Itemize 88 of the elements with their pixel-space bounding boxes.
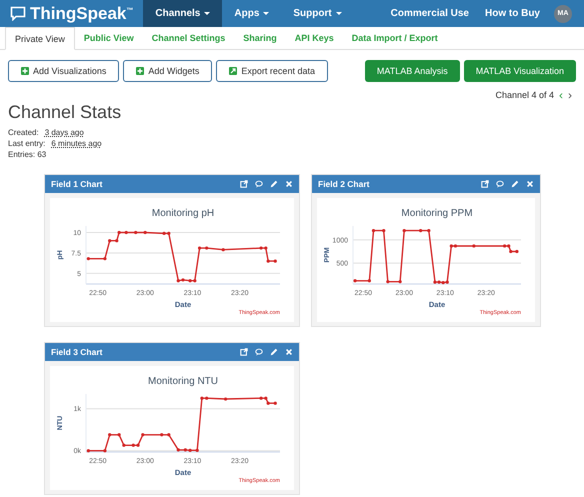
plus-icon — [136, 67, 144, 75]
comment-icon[interactable] — [496, 180, 504, 188]
stat-label: Last entry: — [8, 138, 46, 149]
nav-link[interactable]: Commercial Use — [382, 0, 477, 27]
stat-label: Created: — [8, 127, 39, 138]
plus-icon — [21, 67, 29, 75]
data-point — [86, 257, 90, 260]
pencil-icon[interactable] — [511, 180, 519, 188]
data-point — [108, 433, 112, 436]
data-point — [224, 397, 228, 401]
data-point — [472, 244, 476, 248]
tab[interactable]: API Keys — [286, 27, 343, 49]
data-point — [103, 449, 107, 452]
brand-logo[interactable]: ThingSpeak$^{™}$ — [0, 0, 144, 27]
tab[interactable]: Channel Settings — [142, 27, 234, 49]
comment-icon[interactable] — [255, 180, 263, 188]
channel-counter: Channel 4 of 4 — [495, 90, 554, 100]
data-point — [205, 246, 208, 250]
data-point — [176, 448, 180, 452]
data-point — [509, 250, 512, 254]
data-point — [386, 280, 390, 284]
data-point — [419, 229, 422, 232]
previous-link[interactable]: ‹ — [559, 88, 563, 102]
data-point — [188, 448, 192, 452]
chart-title: Monitoring pH — [152, 208, 214, 219]
data-point — [118, 230, 121, 234]
data-point — [274, 260, 277, 263]
external-link-icon[interactable] — [240, 180, 248, 188]
speech-bubble-icon — [10, 6, 26, 21]
data-point — [515, 250, 518, 254]
data-point — [198, 246, 202, 250]
data-point — [160, 433, 164, 436]
data-point — [274, 402, 277, 405]
tab[interactable]: Public View — [74, 27, 143, 49]
next-link[interactable]: › — [568, 88, 572, 102]
comment-icon[interactable] — [255, 348, 263, 356]
data-point — [398, 280, 402, 284]
nav-menu[interactable]: Support — [281, 0, 354, 27]
action-button[interactable]: Add Visualizations — [8, 60, 120, 82]
data-point — [115, 239, 118, 242]
data-point — [108, 239, 112, 242]
data-point — [353, 279, 357, 282]
tab[interactable]: Sharing — [234, 27, 286, 49]
nav-menu[interactable]: Apps — [222, 0, 282, 27]
data-point — [184, 448, 187, 452]
card-title: Field 2 Chart — [318, 179, 370, 189]
data-point — [167, 433, 170, 436]
data-point — [266, 402, 270, 405]
data-point — [141, 433, 144, 436]
export-icon — [229, 67, 238, 75]
data-point — [368, 279, 371, 282]
chart-title: Monitoring NTU — [148, 376, 218, 387]
matlab-button[interactable]: MATLAB Visualization — [464, 60, 576, 82]
data-point — [86, 449, 90, 452]
data-point — [144, 230, 147, 234]
pencil-icon[interactable] — [270, 180, 278, 188]
data-point — [266, 260, 270, 263]
stat-value: 3 days ago — [44, 127, 84, 138]
stat-value: 6 minutes ago — [51, 138, 102, 149]
chart-title: Monitoring PPM — [401, 208, 473, 219]
data-point — [118, 433, 121, 436]
data-point — [122, 444, 126, 447]
close-icon[interactable] — [285, 180, 293, 188]
stat-text: Entries: 63 — [8, 149, 46, 160]
data-point — [196, 448, 199, 452]
data-point — [402, 229, 406, 232]
data-point — [427, 229, 430, 232]
close-icon[interactable] — [285, 348, 293, 356]
close-icon[interactable] — [526, 180, 534, 188]
external-link-icon[interactable] — [481, 180, 489, 188]
external-link-icon[interactable] — [240, 348, 248, 356]
data-point — [124, 230, 128, 234]
pencil-icon[interactable] — [270, 348, 278, 356]
tab[interactable]: Data Import / Export — [342, 27, 447, 49]
nav-link[interactable]: How to Buy — [477, 0, 548, 27]
tab[interactable]: Private View — [5, 27, 75, 50]
action-button[interactable]: Add Widgets — [123, 60, 212, 82]
data-point — [134, 230, 138, 234]
action-button[interactable]: Export recent data — [216, 60, 328, 82]
section-title: Channel Stats — [8, 102, 122, 123]
data-point — [372, 229, 376, 232]
card-title: Field 1 Chart — [51, 179, 104, 189]
card-title: Field 3 Chart — [51, 347, 104, 357]
matlab-button[interactable]: MATLAB Analysis — [364, 60, 460, 82]
data-point — [382, 229, 386, 232]
nav-menu[interactable]: Channels — [143, 0, 222, 27]
data-point — [222, 248, 225, 252]
data-point — [103, 257, 107, 260]
